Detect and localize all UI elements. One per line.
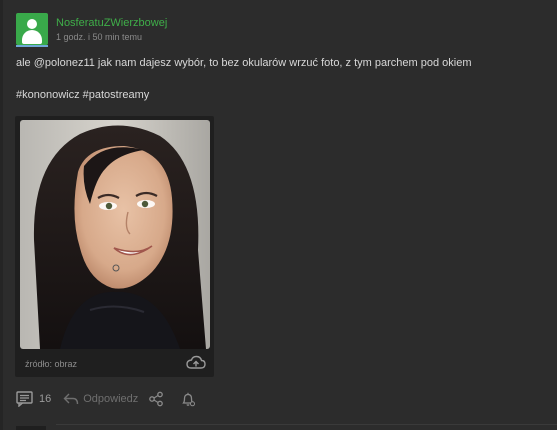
- post-header: NosferatuZWierzbowej 1 godz. i 50 min te…: [16, 13, 167, 47]
- divider: [56, 424, 557, 425]
- post-meta: NosferatuZWierzbowej 1 godz. i 50 min te…: [56, 13, 167, 43]
- reply-label: Odpowiedz: [83, 393, 139, 405]
- bell-icon[interactable]: [180, 391, 196, 407]
- post-entry: NosferatuZWierzbowej 1 godz. i 50 min te…: [0, 0, 557, 430]
- post-text-end: jak nam dajesz wybór, to bez okularów wr…: [94, 57, 472, 69]
- embed-footer: źródło: obraz: [15, 349, 214, 377]
- left-rail: [0, 0, 3, 430]
- comments-icon: [16, 391, 33, 407]
- mention-link[interactable]: @polonez11: [34, 57, 95, 69]
- embedded-photo[interactable]: [20, 120, 210, 349]
- upload-cloud-icon[interactable]: [186, 354, 206, 372]
- avatar-underline: [16, 45, 48, 47]
- reply-button[interactable]: Odpowiedz: [63, 392, 148, 406]
- post-actions: 16 Odpowiedz: [16, 389, 196, 409]
- reply-icon: [63, 393, 79, 405]
- post-body: ale @polonez11 jak nam dajesz wybór, to …: [16, 56, 546, 70]
- username-link[interactable]: NosferatuZWierzbowej: [56, 15, 167, 31]
- post-text-start: ale: [16, 57, 34, 69]
- post-tags[interactable]: #kononowicz #patostreamy: [16, 88, 149, 102]
- image-embed: źródło: obraz: [15, 116, 214, 377]
- user-avatar-icon[interactable]: [16, 13, 48, 45]
- share-icon[interactable]: [148, 391, 164, 407]
- timestamp[interactable]: 1 godz. i 50 min temu: [56, 31, 167, 43]
- comments-button[interactable]: 16: [16, 391, 63, 407]
- source-label: źródło: obraz: [25, 359, 78, 369]
- next-entry-stub: [16, 426, 46, 430]
- comments-count: 16: [39, 393, 52, 405]
